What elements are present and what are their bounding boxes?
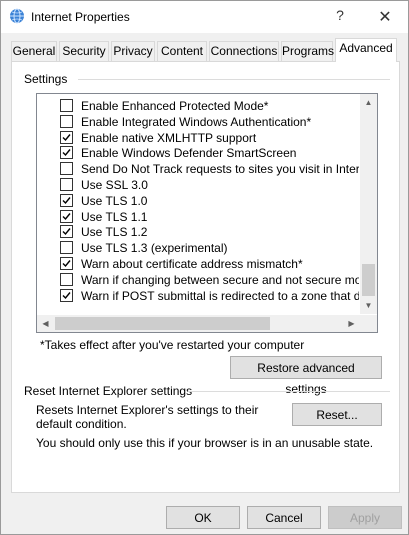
settings-group-divider [78, 79, 390, 80]
checkmark-icon [62, 196, 71, 204]
setting-row[interactable]: Send Do Not Track requests to sites you … [37, 161, 359, 177]
horizontal-scroll-thumb[interactable] [55, 317, 270, 330]
unchecked-checkbox[interactable] [60, 272, 73, 286]
setting-row[interactable]: Use TLS 1.1 [37, 209, 359, 225]
advanced-tab-panel: Settings Enable Enhanced Protected Mode*… [11, 61, 400, 493]
checked-checkbox[interactable] [60, 193, 73, 207]
tab-programs[interactable]: Programs [281, 41, 334, 61]
unchecked-checkbox[interactable] [60, 178, 73, 191]
scroll-up-arrow-icon[interactable]: ▲ [360, 94, 377, 111]
apply-button[interactable]: Apply [328, 506, 402, 529]
setting-row[interactable]: Warn if POST submittal is redirected to … [37, 288, 359, 304]
setting-label: Enable Windows Defender SmartScreen [81, 146, 297, 161]
scroll-right-arrow-icon[interactable]: ▶ [343, 315, 360, 332]
setting-row[interactable]: Warn if changing between secure and not … [37, 272, 359, 288]
tab-advanced[interactable]: Advanced [335, 38, 397, 62]
setting-label: Enable native XMLHTTP support [81, 130, 257, 145]
checkmark-icon [62, 133, 71, 141]
setting-label: Enable Integrated Windows Authentication… [81, 114, 312, 129]
scrollbar-corner [360, 315, 377, 332]
cancel-button[interactable]: Cancel [247, 506, 321, 529]
checked-checkbox[interactable] [60, 209, 73, 223]
restart-note: *Takes effect after you've restarted you… [40, 338, 305, 352]
unchecked-checkbox[interactable] [60, 162, 73, 176]
setting-label: Use SSL 3.0 [81, 178, 148, 192]
setting-label: Send Do Not Track requests to sites you … [81, 162, 359, 177]
scroll-down-arrow-icon[interactable]: ▼ [360, 297, 377, 314]
setting-row[interactable]: Enable Integrated Windows Authentication… [37, 114, 359, 130]
setting-label: Use TLS 1.0 [81, 193, 148, 208]
checkmark-icon [62, 260, 71, 268]
setting-row[interactable]: Enable Windows Defender SmartScreen [37, 145, 359, 161]
setting-row[interactable]: Enable native XMLHTTP support [37, 130, 359, 146]
checked-checkbox[interactable] [60, 130, 73, 144]
checkmark-icon [62, 212, 71, 220]
checkmark-icon [62, 149, 71, 157]
setting-label: Use TLS 1.2 [81, 225, 148, 240]
setting-row[interactable]: Use SSL 3.0 [37, 177, 359, 193]
setting-label: Enable Enhanced Protected Mode* [81, 99, 269, 113]
title-bar: Internet Properties ? ✕ [1, 1, 408, 33]
setting-row[interactable]: Use TLS 1.3 (experimental) [37, 240, 359, 256]
checkmark-icon [62, 228, 71, 236]
tab-strip: General Security Privacy Content Connect… [11, 38, 401, 63]
checked-checkbox[interactable] [60, 146, 73, 160]
setting-row[interactable]: Use TLS 1.2 [37, 224, 359, 240]
tab-security[interactable]: Security [59, 41, 109, 61]
checkmark-icon [62, 291, 71, 299]
setting-label: Use TLS 1.1 [81, 209, 148, 224]
settings-group-label: Settings [24, 72, 72, 86]
setting-row[interactable]: Use TLS 1.0 [37, 193, 359, 209]
tab-privacy[interactable]: Privacy [111, 41, 155, 61]
unchecked-checkbox[interactable] [60, 114, 73, 128]
vertical-scroll-thumb[interactable] [362, 264, 375, 296]
scroll-left-arrow-icon[interactable]: ◀ [37, 315, 54, 332]
settings-list[interactable]: Enable Enhanced Protected Mode* Enable In… [36, 93, 378, 333]
setting-row[interactable]: Warn about certificate address mismatch* [37, 256, 359, 272]
unchecked-checkbox[interactable] [60, 99, 73, 112]
help-button[interactable]: ? [332, 7, 348, 27]
unchecked-checkbox[interactable] [60, 241, 73, 255]
setting-row[interactable]: Enable Enhanced Protected Mode* [37, 98, 359, 114]
ok-button[interactable]: OK [166, 506, 240, 529]
reset-button[interactable]: Reset... [292, 403, 382, 426]
horizontal-scrollbar[interactable]: ◀ ▶ [37, 315, 360, 332]
checked-checkbox[interactable] [60, 288, 73, 302]
window-title: Internet Properties [31, 10, 130, 24]
checked-checkbox[interactable] [60, 225, 73, 239]
checked-checkbox[interactable] [60, 257, 73, 270]
reset-group-divider [188, 391, 390, 392]
tab-connections[interactable]: Connections [209, 41, 279, 61]
internet-properties-dialog: Internet Properties ? ✕ General Security… [0, 0, 409, 535]
restore-advanced-settings-button[interactable]: Restore advanced settings [230, 356, 382, 396]
vertical-scrollbar[interactable]: ▲ ▼ [360, 94, 377, 314]
setting-label: Use TLS 1.3 (experimental) [81, 241, 228, 256]
internet-globe-icon [9, 8, 25, 24]
reset-group-label: Reset Internet Explorer settings [24, 384, 193, 398]
setting-label: Warn if POST submittal is redirected to … [81, 288, 359, 303]
reset-description: Resets Internet Explorer's settings to t… [36, 403, 259, 431]
close-button[interactable]: ✕ [371, 7, 399, 27]
tab-general[interactable]: General [11, 41, 57, 61]
setting-label: Warn about certificate address mismatch* [81, 257, 303, 271]
tab-content[interactable]: Content [157, 41, 207, 61]
reset-warning-text: You should only use this if your browser… [36, 436, 374, 450]
setting-label: Warn if changing between secure and not … [81, 272, 359, 287]
